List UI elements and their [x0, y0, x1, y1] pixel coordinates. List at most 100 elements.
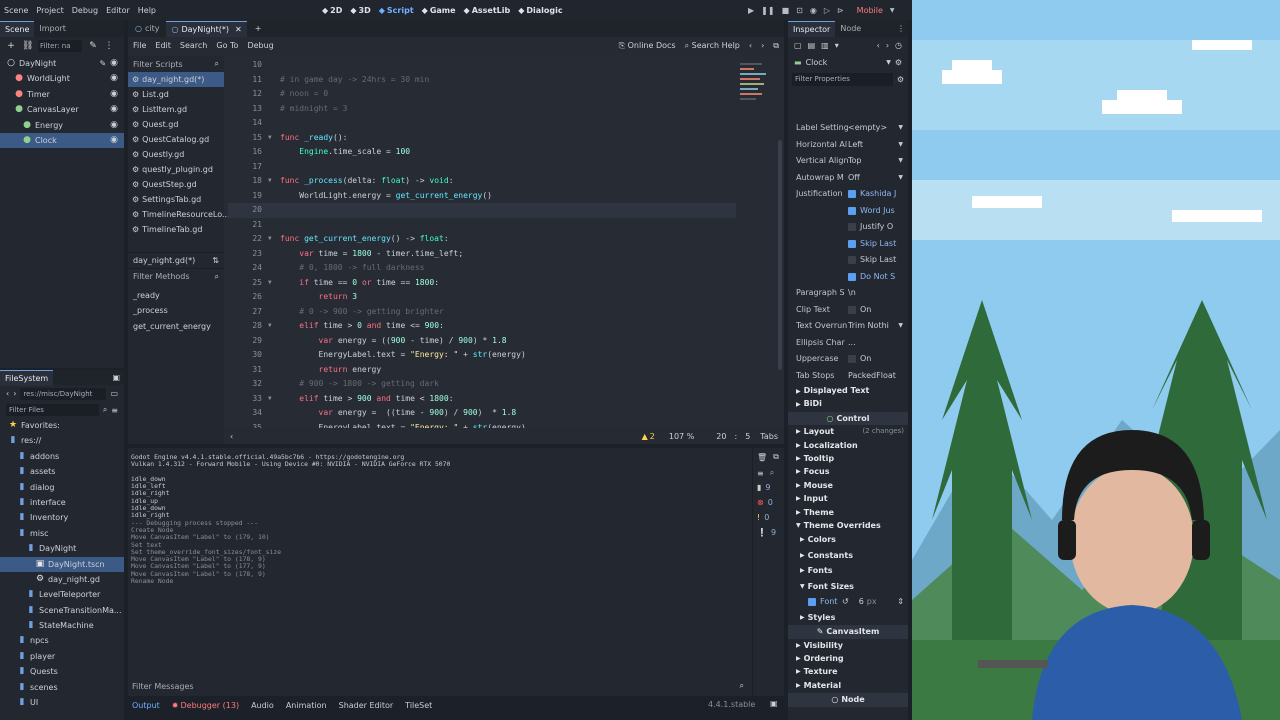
- sort-icon[interactable]: ≡: [111, 406, 118, 415]
- script-list-item[interactable]: ⚙ QuestStep.gd: [128, 177, 224, 192]
- scene-filter-input[interactable]: Filter: na: [38, 39, 82, 52]
- checkbox-checked-icon[interactable]: [848, 272, 856, 281]
- property-value[interactable]: Do Not S: [848, 269, 903, 286]
- workspace-script-button[interactable]: ◆ Script: [379, 6, 414, 15]
- tab-node[interactable]: Node: [835, 21, 866, 37]
- prev-script-icon[interactable]: ‹: [749, 41, 752, 50]
- script-icon[interactable]: ✎: [99, 56, 106, 71]
- property-value[interactable]: \n: [848, 285, 903, 302]
- menu-help[interactable]: Help: [138, 6, 156, 15]
- checkbox-unchecked-icon[interactable]: [848, 355, 856, 364]
- history-forward-icon[interactable]: ›: [886, 41, 889, 50]
- visibility-eye-icon[interactable]: ◉: [110, 118, 118, 133]
- search-help-link[interactable]: ⌕ Search Help: [685, 41, 740, 51]
- script-menu-debug[interactable]: Debug: [247, 41, 273, 50]
- workspace-assetlib-button[interactable]: ◆ AssetLib: [464, 6, 511, 15]
- fs-item[interactable]: ▮ misc: [0, 526, 124, 541]
- fs-item[interactable]: ▮ dialog: [0, 480, 124, 495]
- property-value[interactable]: On: [848, 351, 903, 368]
- bottom-tab-animation[interactable]: Animation: [286, 701, 327, 710]
- script-menu-file[interactable]: File: [133, 41, 146, 50]
- path-field[interactable]: res://misc/DayNight: [20, 387, 107, 400]
- property-value[interactable]: Trim Nothi ▼: [848, 318, 903, 335]
- search-output-icon[interactable]: ⌕: [770, 468, 774, 478]
- override-fonts[interactable]: ▶ Fonts: [796, 563, 904, 579]
- section-layout[interactable]: ▶ Layout (2 changes): [796, 425, 904, 438]
- script-menu-search[interactable]: Search: [180, 41, 207, 50]
- code-scrollbar[interactable]: [778, 140, 782, 370]
- script-list-item[interactable]: ⚙ TimelineResourceLo...: [128, 207, 230, 222]
- method-item[interactable]: _ready: [128, 288, 224, 303]
- online-docs-link[interactable]: ⎘ Online Docs: [619, 41, 676, 51]
- split-mode-icon[interactable]: ▭: [110, 389, 118, 398]
- fs-item[interactable]: ▮ SceneTransitionMa...: [0, 603, 124, 618]
- property-value[interactable]: <empty> ▼: [848, 120, 903, 137]
- checkbox-checked-icon[interactable]: [808, 598, 816, 607]
- script-list-item[interactable]: ⚙ day_night.gd(*): [128, 72, 224, 87]
- workspace-3d-button[interactable]: ◆ 3D: [350, 6, 370, 15]
- checkbox-unchecked-icon[interactable]: [848, 305, 856, 314]
- section-theme[interactable]: ▶ Theme: [796, 506, 904, 519]
- script-list-item[interactable]: ⚙ QuestCatalog.gd: [128, 132, 224, 147]
- file-filter-input[interactable]: Filter Files: [6, 404, 99, 416]
- save-resource-icon[interactable]: ▥: [821, 41, 829, 50]
- back-icon[interactable]: ‹: [6, 389, 9, 398]
- section-mouse[interactable]: ▶ Mouse: [796, 479, 904, 492]
- property-value[interactable]: PackedFloat: [848, 368, 903, 385]
- fold-arrow-icon[interactable]: ▼: [268, 276, 280, 291]
- next-script-icon[interactable]: ›: [761, 41, 764, 50]
- filter-properties-input[interactable]: Filter Properties: [792, 73, 893, 86]
- property-value[interactable]: Justify O: [848, 219, 903, 236]
- fs-item[interactable]: ▮ DayNight: [0, 541, 124, 556]
- property-value[interactable]: Kashida J: [848, 186, 903, 203]
- visibility-eye-icon[interactable]: ◉: [110, 102, 118, 117]
- fs-item[interactable]: ▮ UI: [0, 695, 124, 710]
- fold-arrow-icon[interactable]: ▼: [268, 319, 280, 334]
- script-attach-icon[interactable]: ✎: [88, 41, 98, 51]
- section-material[interactable]: ▶ Material: [796, 679, 904, 692]
- fs-item[interactable]: ▮ scenes: [0, 680, 124, 695]
- filter-settings-icon[interactable]: ⚙: [897, 75, 904, 84]
- menu-scene[interactable]: Scene: [4, 6, 28, 15]
- script-list-item[interactable]: ⚙ List.gd: [128, 87, 224, 102]
- warning-count[interactable]: 2: [650, 432, 655, 441]
- visibility-eye-icon[interactable]: ◉: [110, 71, 118, 86]
- object-menu-icon[interactable]: ⚙: [895, 58, 902, 67]
- resource-menu-icon[interactable]: ▾: [835, 41, 839, 50]
- scene-node-canvaslayer[interactable]: ● CanvasLayer ◉: [0, 102, 124, 117]
- menu-project[interactable]: Project: [36, 6, 63, 15]
- error-toggle-icon[interactable]: ⊗: [757, 498, 764, 507]
- menu-editor[interactable]: Editor: [106, 6, 130, 15]
- play-custom-icon[interactable]: ⊳: [837, 6, 844, 15]
- filter-methods-input[interactable]: Filter Methods: [133, 272, 190, 281]
- filter-icon[interactable]: ≡: [757, 469, 764, 478]
- script-list-item[interactable]: ⚙ questly_plugin.gd: [128, 162, 224, 177]
- stop-icon[interactable]: ■: [782, 6, 790, 15]
- history-icon[interactable]: ◷: [895, 41, 902, 50]
- fs-item[interactable]: ★ Favorites:: [0, 418, 124, 433]
- minimap[interactable]: [740, 60, 770, 120]
- override-constants[interactable]: ▶ Constants: [796, 548, 904, 564]
- fs-item[interactable]: ▮ Inventory: [0, 510, 124, 525]
- visibility-eye-icon[interactable]: ◉: [110, 56, 118, 71]
- scene-node-worldlight[interactable]: ● WorldLight ◉: [0, 71, 124, 86]
- dock-toggle-icon[interactable]: ▣: [770, 699, 778, 708]
- fs-item[interactable]: ▮ res://: [0, 433, 124, 448]
- collapse-left-icon[interactable]: ‹: [230, 432, 233, 441]
- checkbox-unchecked-icon[interactable]: [848, 256, 856, 265]
- fs-item[interactable]: ⚙ day_night.gd: [0, 572, 124, 587]
- bottom-tab-tileset[interactable]: TileSet: [405, 701, 432, 710]
- script-menu-edit[interactable]: Edit: [155, 41, 171, 50]
- section-focus[interactable]: ▶ Focus: [796, 465, 904, 478]
- property-value[interactable]: ...: [848, 335, 903, 352]
- clear-output-icon[interactable]: 🗑: [757, 453, 767, 462]
- renderer-label[interactable]: Mobile: [857, 6, 883, 15]
- property-value[interactable]: Off ▼: [848, 170, 903, 187]
- section-theme-overrides[interactable]: ▼ Theme Overrides: [796, 519, 904, 532]
- checkbox-checked-icon[interactable]: [848, 206, 856, 215]
- filter-messages-input[interactable]: Filter Messages: [132, 682, 194, 691]
- pause-icon[interactable]: ❚❚: [761, 6, 774, 15]
- spinner-icon[interactable]: ⇕: [897, 594, 904, 611]
- dock-layout-icon[interactable]: ▣: [112, 373, 120, 382]
- load-resource-icon[interactable]: ▤: [808, 41, 816, 50]
